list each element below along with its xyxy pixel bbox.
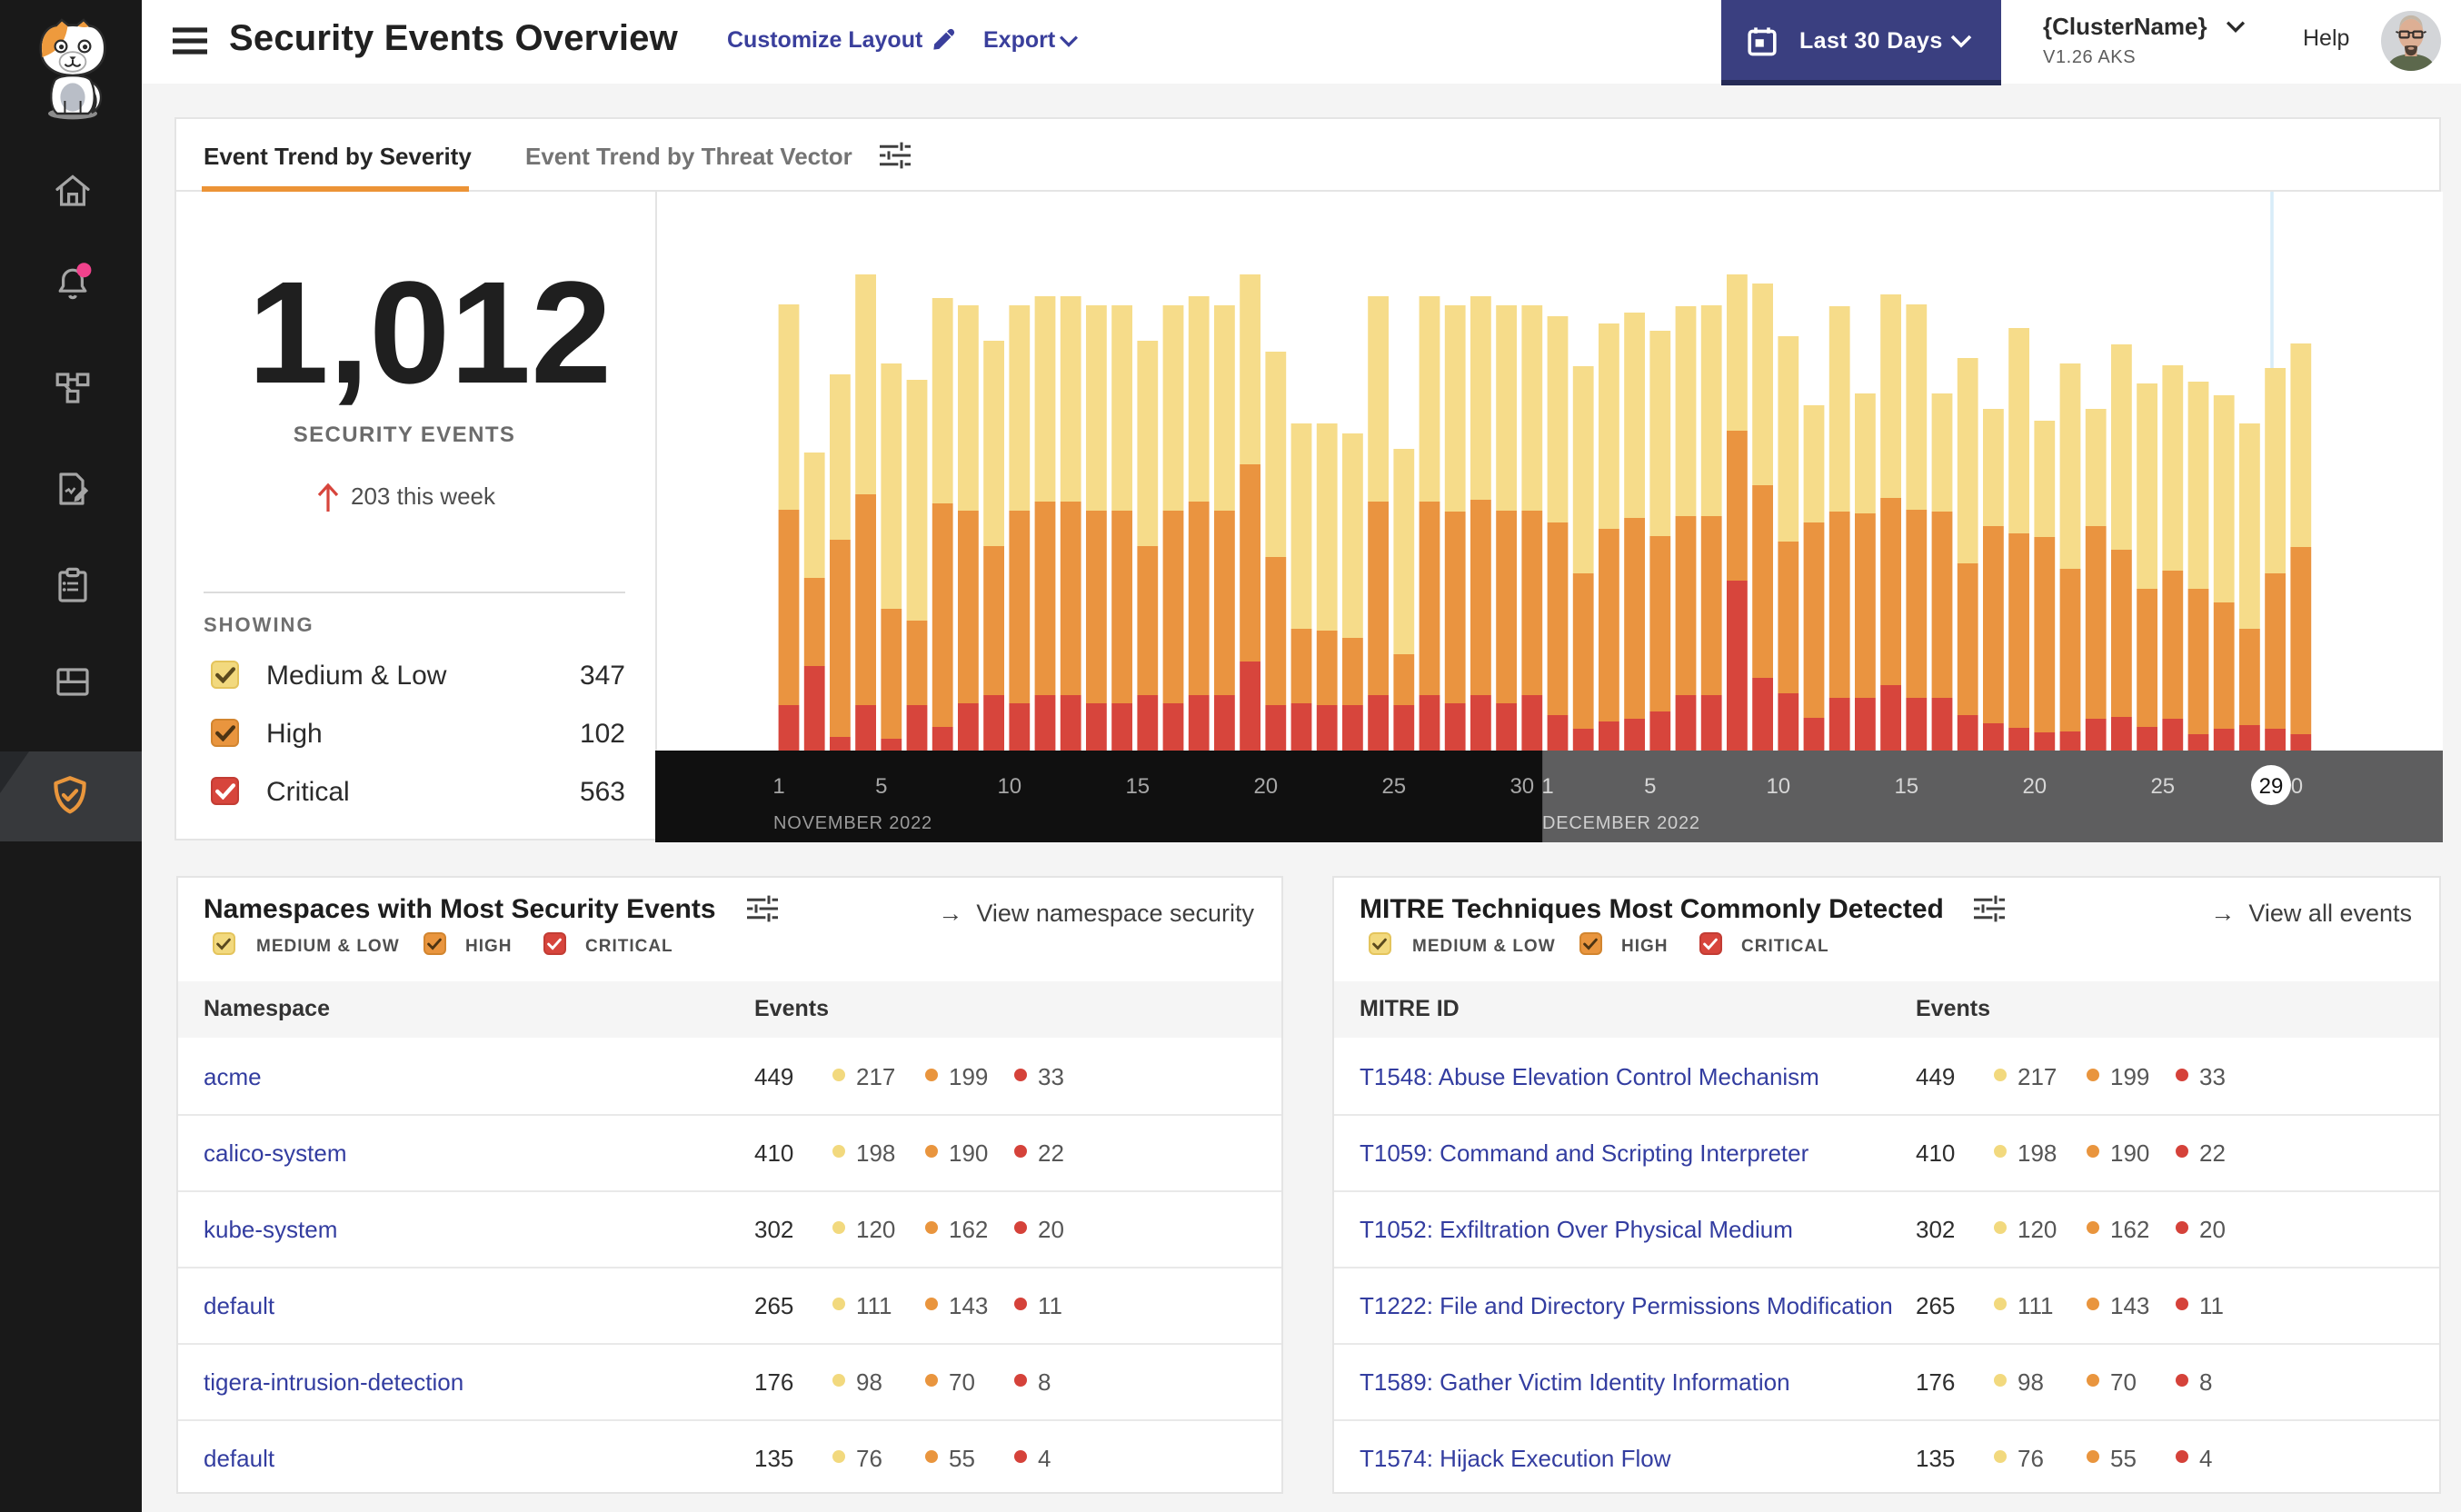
- svg-text:10: 10: [997, 774, 1021, 799]
- svg-text:NOVEMBER 2022: NOVEMBER 2022: [773, 813, 932, 833]
- svg-text:15: 15: [1125, 774, 1150, 799]
- svg-text:25: 25: [1381, 774, 1406, 799]
- svg-text:15: 15: [1894, 774, 1918, 799]
- svg-text:1: 1: [772, 774, 784, 799]
- svg-text:5: 5: [875, 774, 887, 799]
- svg-text:5: 5: [1644, 774, 1656, 799]
- svg-text:30: 30: [1509, 774, 1534, 799]
- svg-text:20: 20: [1253, 774, 1278, 799]
- svg-text:29: 29: [2259, 774, 2284, 799]
- svg-text:20: 20: [2022, 774, 2047, 799]
- svg-text:10: 10: [1766, 774, 1790, 799]
- svg-text:1: 1: [1541, 774, 1553, 799]
- svg-text:25: 25: [2150, 774, 2175, 799]
- svg-text:DECEMBER 2022: DECEMBER 2022: [1542, 813, 1700, 833]
